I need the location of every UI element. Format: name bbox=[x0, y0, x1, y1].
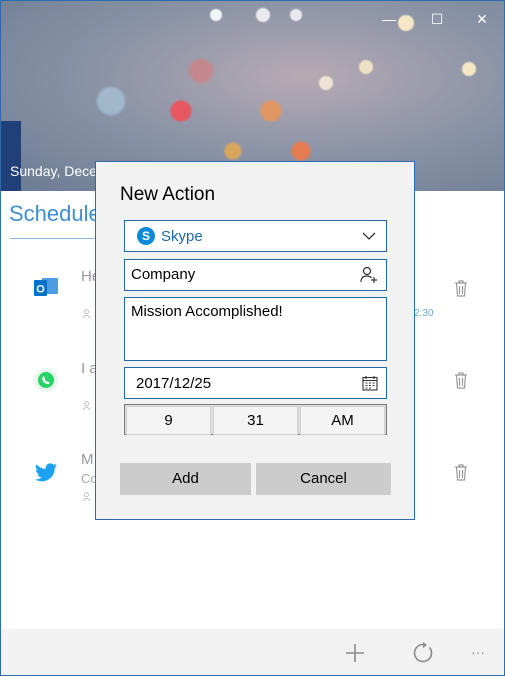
whatsapp-icon bbox=[34, 368, 58, 392]
hour-picker[interactable]: 9 bbox=[126, 406, 211, 435]
delete-icon[interactable] bbox=[454, 464, 468, 481]
more-icon[interactable]: ··· bbox=[471, 644, 485, 660]
contact-field[interactable]: Company bbox=[124, 259, 387, 291]
outlook-icon: O bbox=[34, 278, 58, 296]
skype-icon: S bbox=[137, 227, 155, 245]
service-select-value: Skype bbox=[161, 228, 203, 245]
header-date: Sunday, Dece bbox=[10, 163, 97, 179]
close-button[interactable]: ✕ bbox=[472, 11, 492, 28]
add-button[interactable]: Add bbox=[120, 463, 251, 495]
person-icon bbox=[82, 492, 91, 501]
delete-icon[interactable] bbox=[454, 372, 468, 389]
message-field-value: Mission Accomplished! bbox=[131, 303, 283, 320]
date-field-value: 2017/12/25 bbox=[136, 375, 212, 392]
app-window: — ☐ ✕ Sunday, Dece Schedule O He 2:30 I … bbox=[0, 0, 505, 676]
message-field[interactable]: Mission Accomplished! bbox=[124, 297, 387, 361]
person-icon bbox=[82, 401, 91, 410]
twitter-icon bbox=[35, 463, 57, 482]
minimize-button[interactable]: — bbox=[379, 11, 399, 27]
date-field[interactable]: 2017/12/25 bbox=[124, 367, 387, 399]
maximize-button[interactable]: ☐ bbox=[427, 11, 447, 28]
dialog-title: New Action bbox=[120, 184, 216, 205]
header-image-shade bbox=[1, 121, 21, 191]
minute-picker[interactable]: 31 bbox=[213, 406, 298, 435]
chevron-down-icon bbox=[362, 232, 376, 240]
add-icon[interactable] bbox=[343, 641, 367, 665]
person-icon bbox=[82, 309, 91, 318]
cancel-button[interactable]: Cancel bbox=[256, 463, 391, 495]
calendar-icon[interactable] bbox=[362, 375, 378, 391]
time-picker[interactable]: 9 31 AM bbox=[124, 404, 387, 435]
add-contact-icon[interactable] bbox=[360, 266, 378, 284]
service-select[interactable]: S Skype bbox=[124, 220, 387, 252]
new-action-dialog: New Action S Skype Company Mission Accom… bbox=[95, 161, 415, 520]
contact-field-value: Company bbox=[131, 266, 196, 283]
refresh-icon[interactable] bbox=[411, 641, 435, 665]
period-picker[interactable]: AM bbox=[300, 406, 385, 435]
svg-text:O: O bbox=[36, 284, 45, 296]
list-item-time: 2:30 bbox=[414, 308, 434, 319]
list-item-text: M bbox=[81, 451, 94, 468]
delete-icon[interactable] bbox=[454, 280, 468, 297]
page-title: Schedule bbox=[9, 201, 101, 226]
